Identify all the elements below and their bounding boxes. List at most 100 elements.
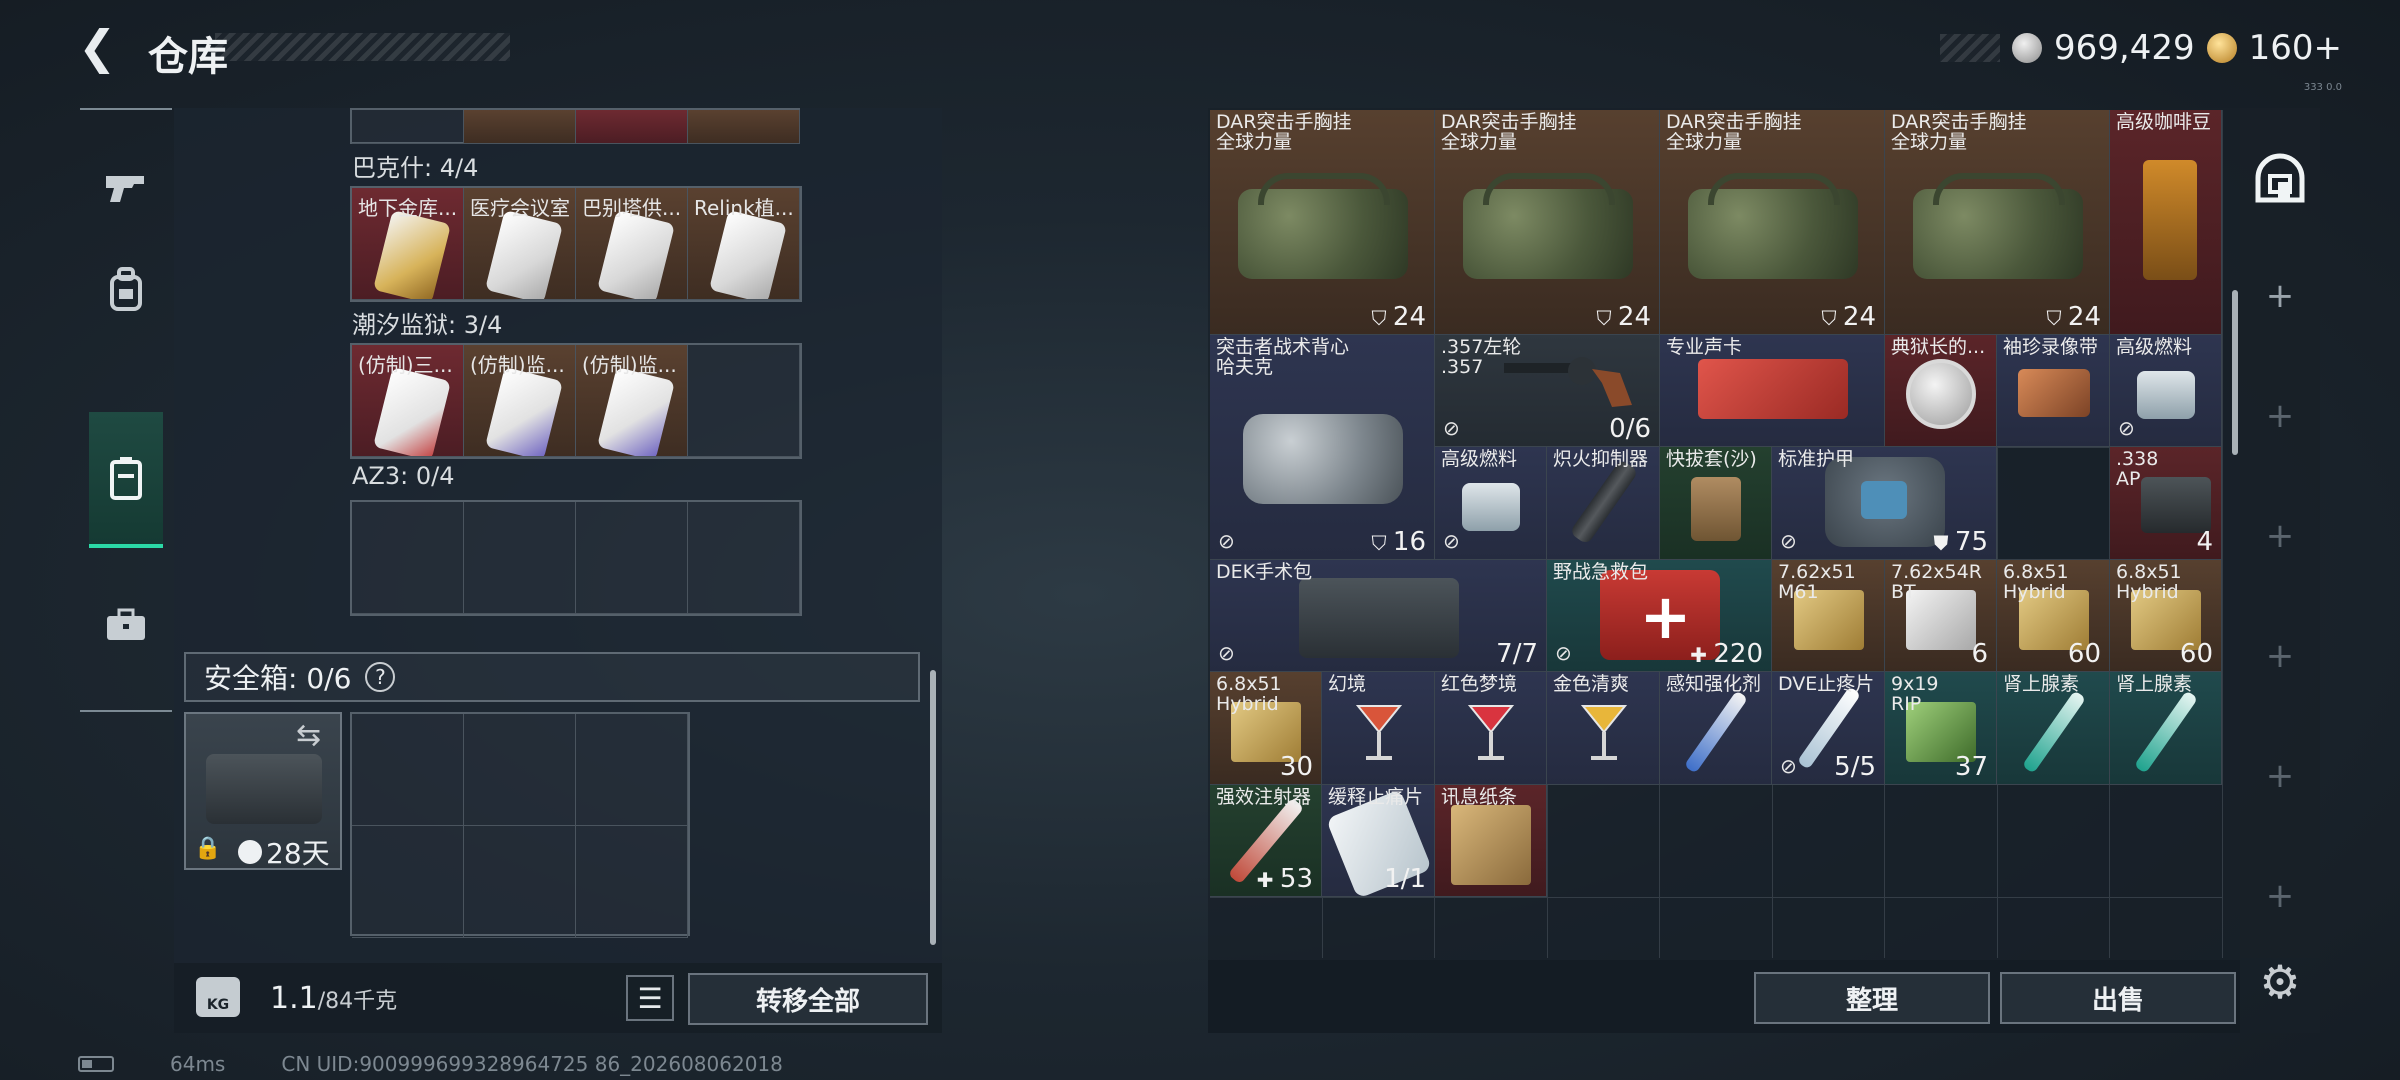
container-slot[interactable]	[1997, 447, 2110, 560]
item-slot[interactable]	[464, 826, 576, 938]
keycard-item[interactable]: 地下金库...	[352, 188, 464, 300]
inventory-item[interactable]: DAR突击手胸挂 全球力量 ⛉ 24	[1435, 110, 1660, 335]
keycard-item[interactable]: (仿制)三...	[352, 345, 464, 457]
inventory-item[interactable]: 快拔套(沙)	[1660, 447, 1772, 560]
container-slot[interactable]	[1323, 897, 1435, 958]
inventory-item[interactable]: 感知强化剂	[1660, 672, 1772, 785]
container-slot[interactable]	[1885, 897, 1998, 958]
container-scrollbar[interactable]	[2232, 290, 2238, 455]
back-button[interactable]: ❮	[78, 22, 124, 72]
container-slot[interactable]	[2110, 785, 2223, 898]
inventory-item[interactable]: 强效注射器 ✚ 53	[1210, 785, 1322, 897]
stash-scrollbar[interactable]	[930, 670, 936, 945]
add-slot-button[interactable]: +	[2240, 266, 2320, 326]
list-view-button[interactable]: ☰	[626, 975, 674, 1021]
inventory-item[interactable]: 专业声卡	[1660, 335, 1885, 447]
inventory-item[interactable]: 红色梦境	[1435, 672, 1547, 785]
inventory-item[interactable]: DAR突击手胸挂 全球力量 ⛉ 24	[1660, 110, 1885, 335]
item-slot[interactable]	[576, 502, 688, 614]
item-count-badge: ⛉ 24	[1372, 302, 1426, 332]
container-slot[interactable]	[1997, 785, 2110, 898]
plus-icon: +	[2265, 516, 2295, 556]
inventory-item[interactable]: 高级燃料 ⊘	[2110, 335, 2222, 447]
item-slot[interactable]	[576, 714, 688, 826]
settings-button[interactable]: ⚙	[2252, 954, 2308, 1010]
container-slot[interactable]	[1885, 785, 1998, 898]
container-slot[interactable]	[1773, 897, 1885, 958]
inventory-item[interactable]: 肾上腺素	[1997, 672, 2110, 785]
inventory-item[interactable]: 标准护甲 ⊘ ⛊ 75	[1772, 447, 1997, 560]
inventory-item[interactable]: 野战急救包 ⊘ ✚ 220	[1547, 560, 1772, 672]
container-slot[interactable]	[1435, 897, 1548, 958]
inventory-item[interactable]: .357左轮 .357 ⊘ 0/6	[1435, 335, 1660, 447]
inventory-item[interactable]: 7.62x51 M61	[1772, 560, 1885, 672]
inventory-item[interactable]: DAR突击手胸挂 全球力量 ⛉ 24	[1885, 110, 2110, 335]
gun-icon	[106, 176, 144, 202]
transfer-all-button[interactable]: 转移全部	[688, 973, 928, 1025]
inventory-item[interactable]: DAR突击手胸挂 全球力量 ⛉ 24	[1210, 110, 1435, 335]
item-slot[interactable]	[352, 502, 464, 614]
keycard-item[interactable]: Relink植...	[688, 188, 800, 300]
container-slot[interactable]	[1210, 897, 1323, 958]
inventory-item[interactable]: 讯息纸条	[1435, 785, 1547, 897]
keycard-item[interactable]: (仿制)监...	[464, 345, 576, 457]
item-slot[interactable]	[576, 110, 688, 144]
item-slot[interactable]	[688, 502, 800, 614]
inventory-item[interactable]: 缓释止痛片 1/1	[1322, 785, 1435, 897]
item-slot[interactable]	[464, 110, 576, 144]
item-slot[interactable]	[688, 345, 800, 457]
add-slot-button[interactable]: +	[2240, 506, 2320, 566]
item-slot[interactable]	[576, 826, 688, 938]
container-slot[interactable]	[1660, 897, 1773, 958]
container-slot[interactable]	[2110, 897, 2223, 958]
currency-gold[interactable]: 160+	[2249, 28, 2342, 68]
sort-button[interactable]: 整理	[1754, 972, 1990, 1024]
container-slot[interactable]	[1547, 785, 1660, 898]
inventory-item[interactable]: DVE止疼片 ⊘ 5/5	[1772, 672, 1885, 785]
help-icon[interactable]: ?	[365, 662, 396, 692]
case-dark-icon	[1298, 578, 1459, 658]
sell-button[interactable]: 出售	[2000, 972, 2236, 1024]
inventory-item[interactable]: 袖珍录像带	[1997, 335, 2110, 447]
item-slot[interactable]	[464, 714, 576, 826]
add-slot-button[interactable]: +	[2240, 626, 2320, 686]
inventory-item[interactable]: 6.8x51 Hybrid 60	[1997, 560, 2110, 672]
plus-icon: +	[2265, 396, 2295, 436]
inventory-item[interactable]: 炽火抑制器	[1547, 447, 1660, 560]
keycard-item[interactable]: 医疗会议室	[464, 188, 576, 300]
inventory-item[interactable]: .338 AP 4	[2110, 447, 2222, 560]
inventory-item[interactable]: 6.8x51 Hybrid 60	[2110, 560, 2222, 672]
item-slot[interactable]	[352, 714, 464, 826]
nav-container[interactable]	[89, 412, 163, 548]
inventory-item[interactable]: 高级咖啡豆	[2110, 110, 2222, 335]
inventory-item[interactable]: 9x19 RIP 37	[1885, 672, 1997, 785]
nav-briefcase[interactable]	[90, 580, 162, 670]
safe-case-item[interactable]: ⇆ 🔒 28天	[184, 712, 342, 870]
keycard-item[interactable]: (仿制)监...	[576, 345, 688, 457]
container-slot[interactable]	[1772, 785, 1885, 898]
item-slot[interactable]	[352, 110, 464, 144]
container-slot[interactable]	[1660, 785, 1773, 898]
item-slot[interactable]	[352, 826, 464, 938]
nav-backpack[interactable]	[90, 244, 162, 334]
house-icon[interactable]	[2254, 152, 2306, 204]
container-slot[interactable]	[1998, 897, 2110, 958]
inventory-item[interactable]: 突击者战术背心 哈夫克 ⊘ ⛉ 16	[1210, 335, 1435, 560]
inventory-item[interactable]: 金色清爽	[1547, 672, 1660, 785]
inventory-item[interactable]: 幻境	[1322, 672, 1435, 785]
inventory-item[interactable]: 6.8x51 Hybrid 30	[1210, 672, 1322, 785]
nav-weapons[interactable]	[90, 144, 162, 234]
item-slot[interactable]	[688, 110, 800, 144]
swap-icon[interactable]: ⇆	[296, 718, 321, 753]
add-slot-button[interactable]: +	[2240, 386, 2320, 446]
item-slot[interactable]	[464, 502, 576, 614]
inventory-item[interactable]: 肾上腺素	[2110, 672, 2222, 785]
inventory-item[interactable]: DEK手术包 ⊘ 7/7	[1210, 560, 1547, 672]
add-slot-button[interactable]: +	[2240, 866, 2320, 926]
inventory-item[interactable]: 7.62x54R BT 6	[1885, 560, 1997, 672]
add-slot-button[interactable]: +	[2240, 746, 2320, 806]
container-slot[interactable]	[1548, 897, 1660, 958]
inventory-item[interactable]: 典狱长的...	[1885, 335, 1997, 447]
inventory-item[interactable]: 高级燃料 ⊘	[1435, 447, 1547, 560]
keycard-item[interactable]: 巴别塔供...	[576, 188, 688, 300]
